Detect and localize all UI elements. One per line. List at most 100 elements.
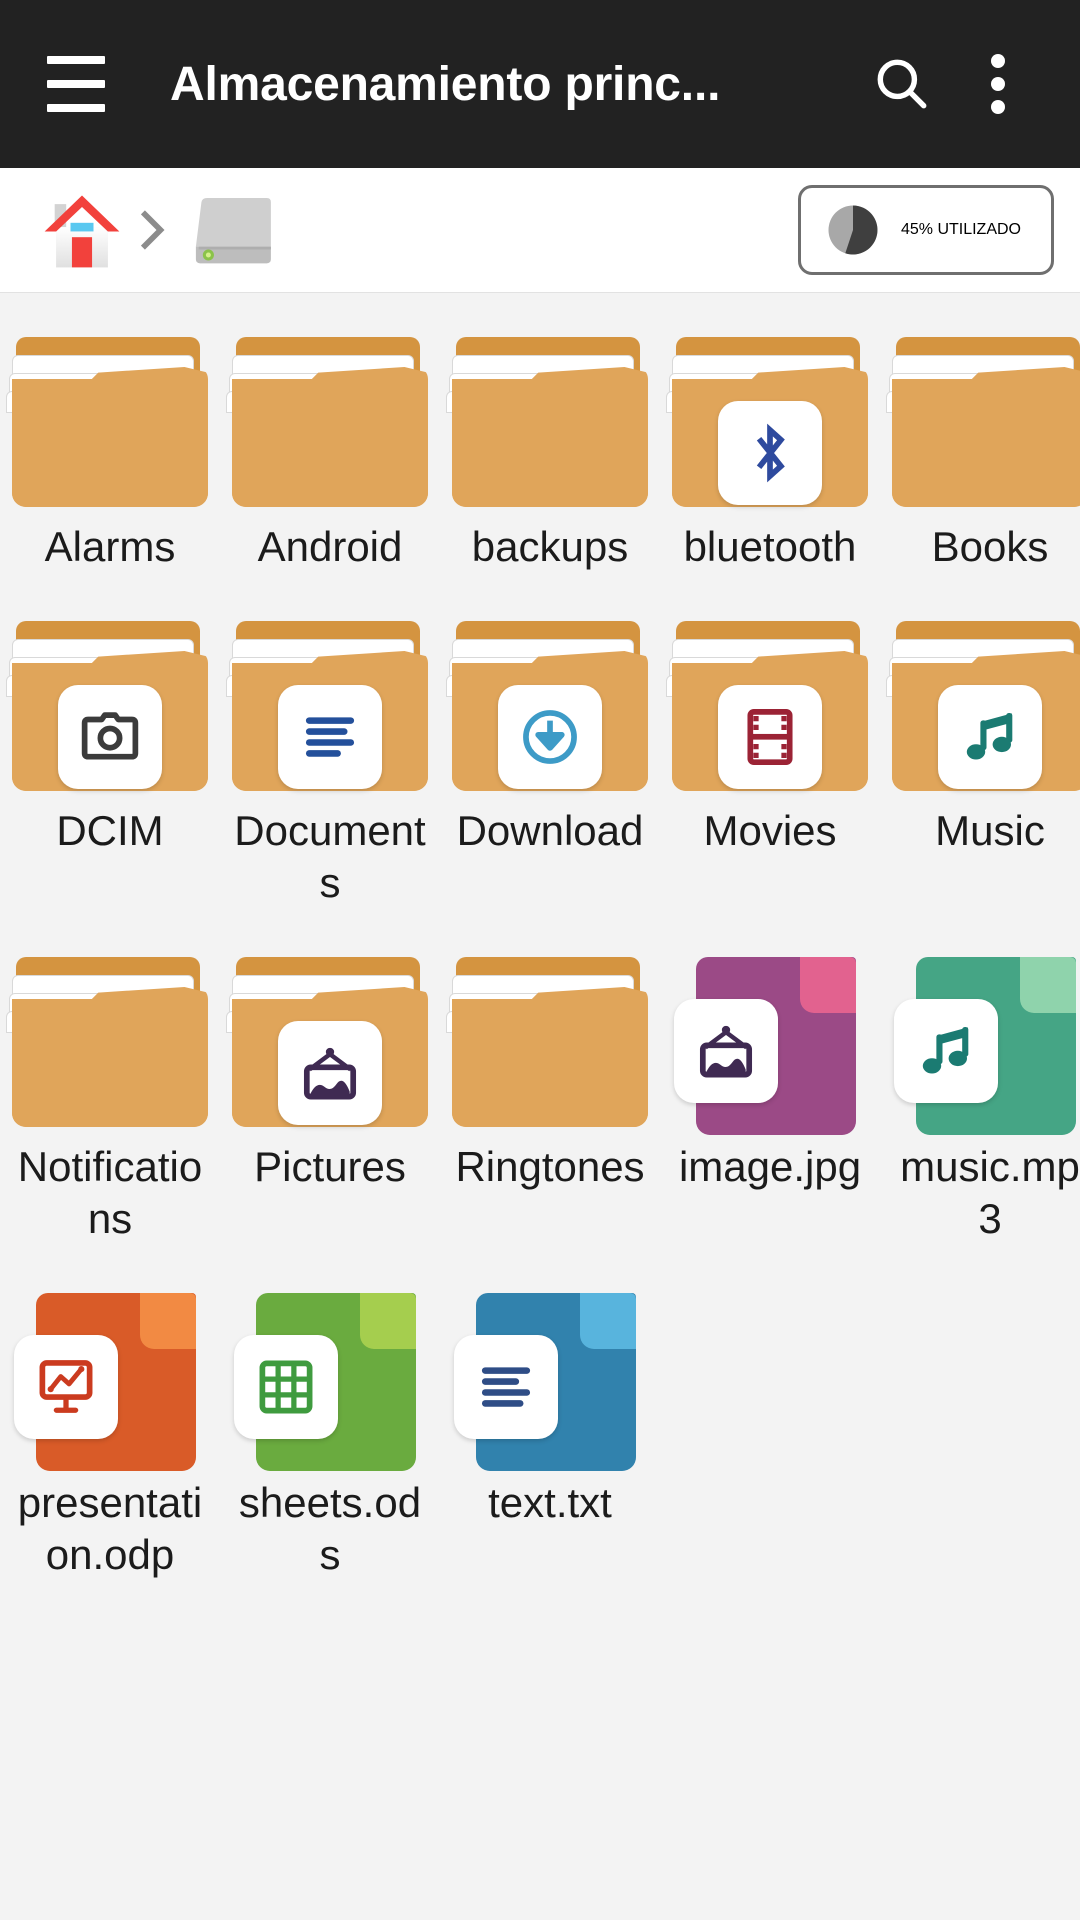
storage-usage-label: 45% UTILIZADO bbox=[900, 221, 1021, 238]
folder-type-badge bbox=[718, 685, 822, 789]
item-label: Android bbox=[257, 523, 403, 570]
grid-item-documents[interactable]: Documents bbox=[220, 593, 440, 929]
file-icon bbox=[228, 1283, 432, 1471]
file-type-badge bbox=[894, 999, 998, 1103]
grid-item-presentation-odp[interactable]: presentation.odp bbox=[0, 1265, 220, 1601]
folder-front-body bbox=[452, 379, 648, 507]
grid-item-image-jpg[interactable]: image.jpg bbox=[660, 929, 880, 1265]
text-lines-icon bbox=[481, 1367, 531, 1407]
grid-item-dcim[interactable]: DCIM bbox=[0, 593, 220, 929]
file-type-badge bbox=[674, 999, 778, 1103]
hamburger-bar bbox=[47, 80, 105, 88]
picture-frame-icon bbox=[699, 1025, 753, 1078]
folder-front-body bbox=[12, 999, 208, 1127]
item-label: Pictures bbox=[254, 1143, 406, 1190]
spreadsheet-grid-icon bbox=[259, 1360, 313, 1414]
search-icon[interactable] bbox=[854, 36, 950, 132]
overflow-dot bbox=[991, 54, 1005, 68]
pie-chart-icon bbox=[828, 205, 878, 255]
grid-item-sheets-ods[interactable]: sheets.ods bbox=[220, 1265, 440, 1601]
item-label: text.txt bbox=[488, 1479, 612, 1526]
picture-frame-icon bbox=[303, 1047, 357, 1100]
overflow-dot bbox=[991, 100, 1005, 114]
hamburger-bar bbox=[47, 56, 105, 64]
music-note-icon bbox=[922, 1026, 969, 1074]
folder-icon bbox=[446, 611, 652, 799]
page-title: Almacenamiento princ... bbox=[170, 57, 721, 111]
grid-item-pictures[interactable]: Pictures bbox=[220, 929, 440, 1265]
grid-item-notifications[interactable]: Notifications bbox=[0, 929, 220, 1265]
grid-item-music-mp3[interactable]: music.mp3 bbox=[880, 929, 1080, 1265]
grid-item-music[interactable]: Music bbox=[880, 593, 1080, 929]
item-label: Music bbox=[935, 807, 1045, 854]
folder-icon bbox=[226, 327, 432, 515]
breadcrumb-item-storage-device[interactable] bbox=[182, 182, 282, 278]
grid-item-alarms[interactable]: Alarms bbox=[0, 309, 220, 593]
bluetooth-icon bbox=[756, 423, 785, 483]
file-page-fold bbox=[140, 1293, 196, 1349]
item-label: Alarms bbox=[44, 523, 176, 570]
folder-icon bbox=[6, 327, 212, 515]
item-label: DCIM bbox=[56, 807, 164, 854]
file-page-fold bbox=[360, 1293, 416, 1349]
file-icon bbox=[8, 1283, 212, 1471]
folder-icon bbox=[226, 947, 432, 1135]
folder-front-body bbox=[452, 999, 648, 1127]
folder-type-badge bbox=[498, 685, 602, 789]
file-page-fold bbox=[1020, 957, 1076, 1013]
grid-item-books[interactable]: Books bbox=[880, 309, 1080, 593]
music-note-icon bbox=[966, 712, 1013, 760]
folder-icon bbox=[886, 327, 1080, 515]
folder-type-badge bbox=[278, 685, 382, 789]
item-label: Ringtones bbox=[455, 1143, 645, 1190]
file-icon bbox=[888, 947, 1080, 1135]
breadcrumb: 45% UTILIZADO bbox=[0, 168, 1080, 293]
file-type-badge bbox=[14, 1335, 118, 1439]
file-page-fold bbox=[800, 957, 856, 1013]
folder-icon bbox=[226, 611, 432, 799]
item-label: presentation.odp bbox=[17, 1479, 203, 1578]
folder-icon bbox=[6, 611, 212, 799]
chevron-right-icon bbox=[130, 182, 174, 278]
item-label: Books bbox=[931, 523, 1049, 570]
folder-icon bbox=[6, 947, 212, 1135]
folder-icon bbox=[446, 947, 652, 1135]
file-icon bbox=[448, 1283, 652, 1471]
folder-front-body bbox=[12, 379, 208, 507]
camera-icon bbox=[81, 712, 139, 760]
grid-item-android[interactable]: Android bbox=[220, 309, 440, 593]
app-bar: Almacenamiento princ... bbox=[0, 0, 1080, 168]
file-page-fold bbox=[580, 1293, 636, 1349]
film-strip-icon bbox=[747, 709, 793, 765]
item-label: music.mp3 bbox=[900, 1143, 1080, 1242]
item-label: image.jpg bbox=[678, 1143, 862, 1190]
external-drive-icon bbox=[195, 198, 271, 264]
breadcrumb-item-home[interactable] bbox=[34, 182, 130, 278]
folder-front-body bbox=[892, 379, 1080, 507]
download-arrow-icon bbox=[523, 710, 577, 764]
storage-usage-badge[interactable]: 45% UTILIZADO bbox=[797, 185, 1054, 275]
grid-item-backups[interactable]: backups bbox=[440, 309, 660, 593]
home-icon bbox=[44, 195, 120, 268]
folder-icon bbox=[886, 611, 1080, 799]
grid-item-download[interactable]: Download bbox=[440, 593, 660, 929]
grid-item-text-txt[interactable]: text.txt bbox=[440, 1265, 660, 1601]
file-grid: Alarms Android backups bluetooth Books D… bbox=[0, 293, 1080, 1601]
item-label: bluetooth bbox=[683, 523, 857, 570]
file-type-badge bbox=[454, 1335, 558, 1439]
folder-icon bbox=[666, 327, 872, 515]
item-label: sheets.ods bbox=[238, 1479, 422, 1578]
grid-item-bluetooth[interactable]: bluetooth bbox=[660, 309, 880, 593]
overflow-menu-icon[interactable] bbox=[950, 36, 1046, 132]
hamburger-bar bbox=[47, 104, 105, 112]
item-label: Download bbox=[456, 807, 644, 854]
item-label: Movies bbox=[703, 807, 837, 854]
folder-front-body bbox=[232, 379, 428, 507]
presentation-icon bbox=[39, 1360, 93, 1413]
document-lines-icon bbox=[305, 717, 355, 757]
grid-item-ringtones[interactable]: Ringtones bbox=[440, 929, 660, 1265]
file-type-badge bbox=[234, 1335, 338, 1439]
item-label: Notifications bbox=[17, 1143, 203, 1242]
grid-item-movies[interactable]: Movies bbox=[660, 593, 880, 929]
hamburger-icon[interactable] bbox=[34, 42, 118, 126]
